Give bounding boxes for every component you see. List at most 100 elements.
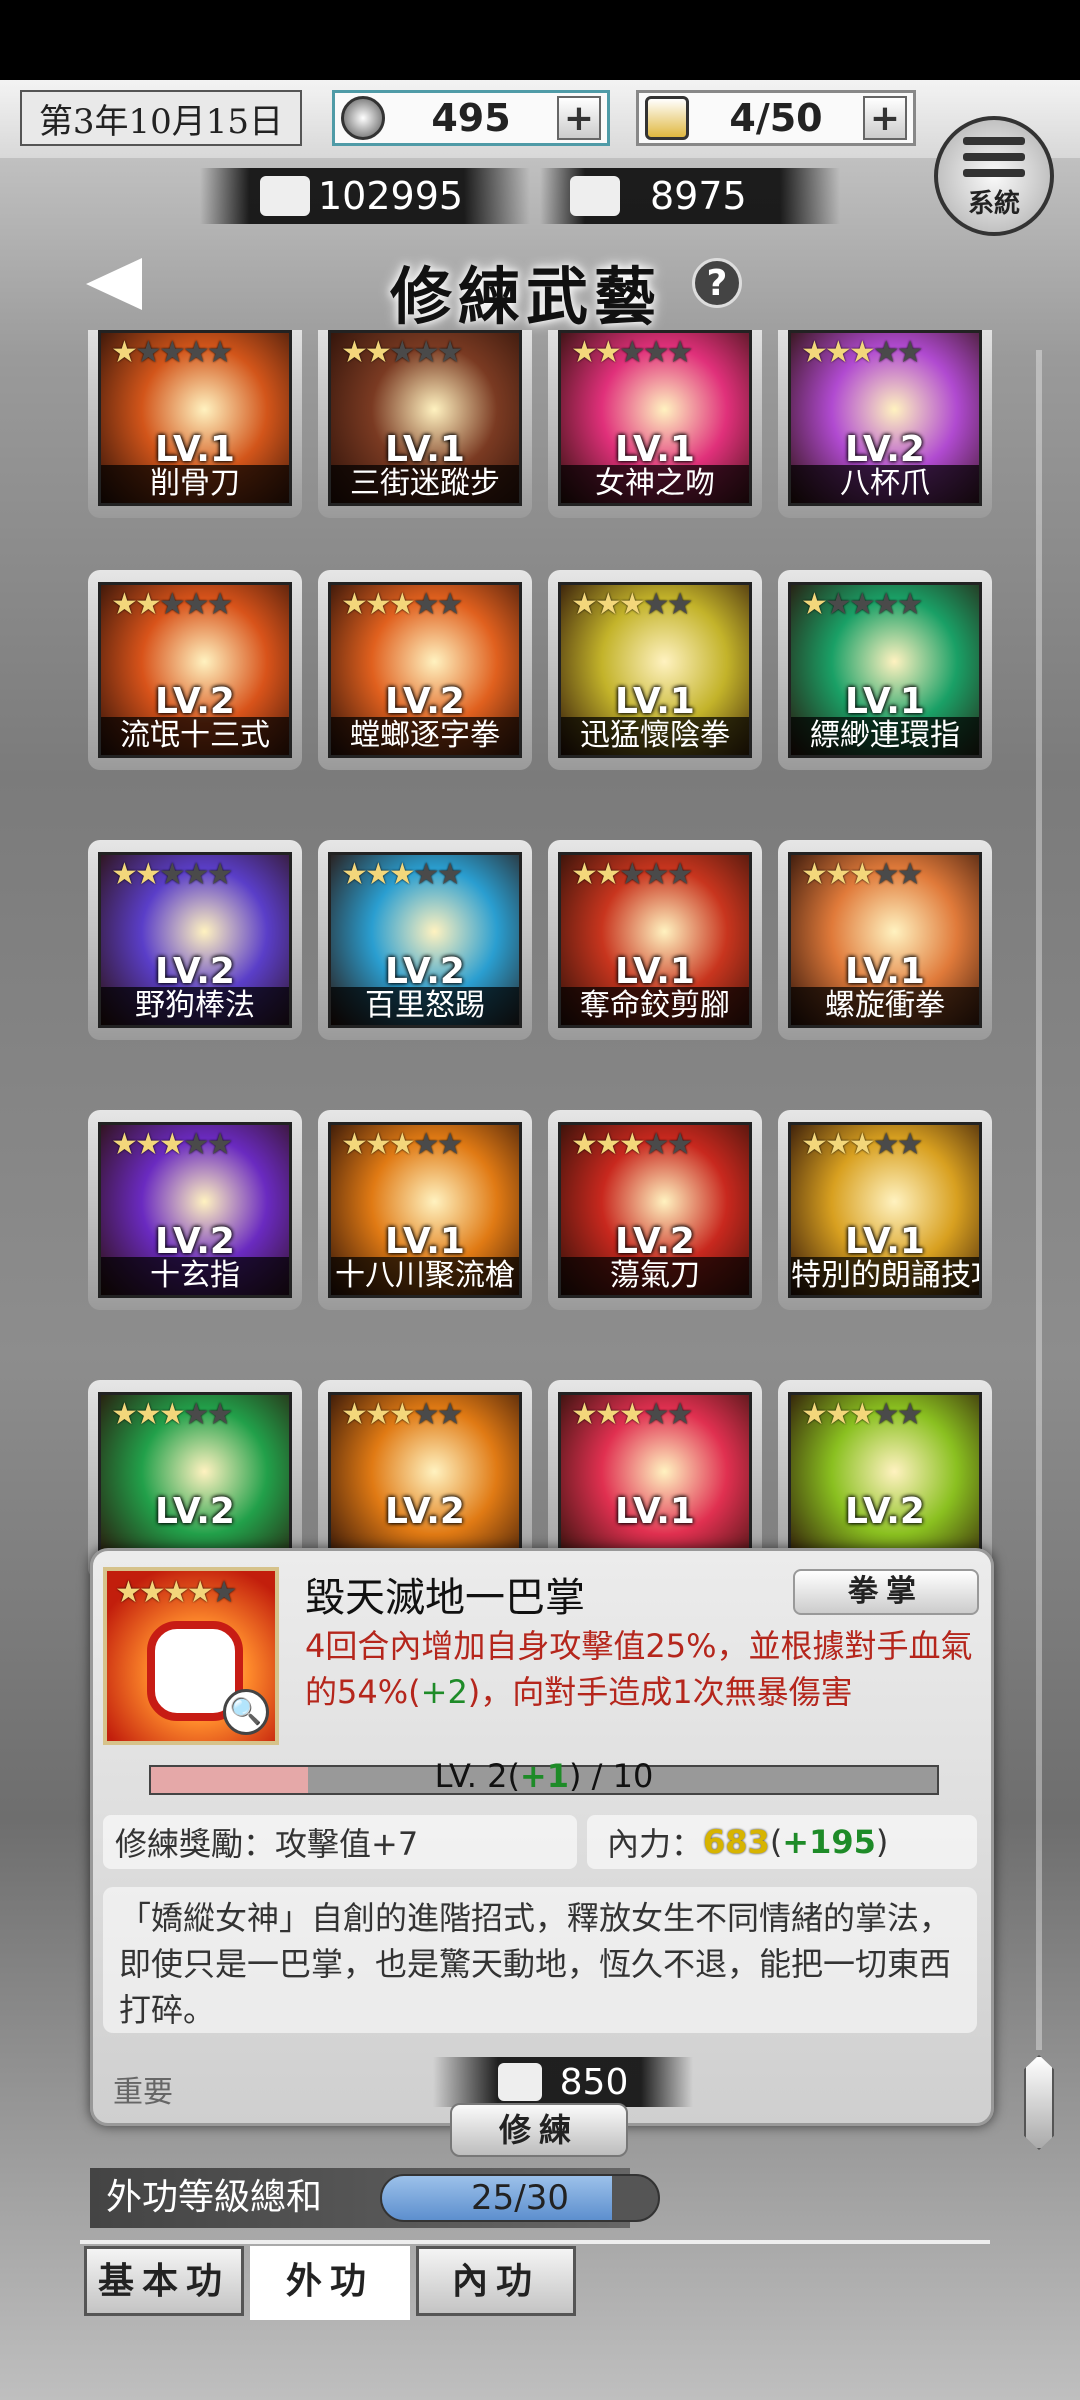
skill-card[interactable]: ★★★★★ LV.1 削骨刀 [88,330,302,518]
skill-card[interactable]: ★★★★★ LV.2 流氓十三式 [88,570,302,770]
skill-art: ★★★★★ LV.2 野狗棒法 [98,852,292,1028]
skill-art: ★★★★★ LV.1特別的朗誦技巧 [788,1122,982,1298]
system-menu-button[interactable]: 系統 [934,116,1054,236]
skill-art: ★★★★★ LV.1 縹緲連環指 [788,582,982,758]
skill-art: ★★★★★ LV.1 削骨刀 [98,330,292,506]
skill-stars: ★★★★★ [111,857,234,892]
skill-category-tabs: 基本功 外功 內功 [84,2246,984,2320]
skill-name-label: 奪命鉸剪腳 [561,987,749,1025]
skill-name-label: 女神之吻 [561,465,749,503]
skill-card[interactable]: ★★★★★ LV.2 百里怒踢 [318,840,532,1040]
effect-text-end: )，向對手造成1次無暴傷害 [467,1673,853,1711]
skill-level: LV.2 [615,1221,695,1262]
skill-card[interactable]: ★★★★★ LV.1 十八川聚流槍 [318,1110,532,1310]
skill-art: ★★★★★ LV.2 [788,1392,982,1568]
skill-art: ★★★★★ LV.2 百里怒踢 [328,852,522,1028]
skill-art: ★★★★★ LV.2 螳螂逐字拳 [328,582,522,758]
skill-name-label: 流氓十三式 [101,717,289,755]
skill-level: LV.1 [155,429,235,470]
coin-value: 495 [431,96,511,140]
skill-stars: ★★★★★ [111,587,234,622]
skill-card[interactable]: ★★★★★ LV.1 女神之吻 [548,330,762,518]
skill-art: ★★★★★ LV.2 [328,1392,522,1568]
skill-stars: ★★★★★ [341,1127,464,1162]
level-bonus: +1 [519,1757,569,1795]
skill-stars: ★★★★★ [341,857,464,892]
skill-art: ★★★★★ LV.1 [558,1392,752,1568]
system-label: 系統 [967,188,1020,219]
skill-level: LV.1 [385,429,465,470]
skill-effect-description: 4回合內增加自身攻擊值25%，並根據對手血氣的54%(+2)，向對手造成1次無暴… [305,1623,985,1715]
add-coins-button[interactable]: + [557,96,601,140]
menu-icon [963,136,1025,145]
skill-stars: ★★★★★ [571,857,694,892]
skill-card[interactable]: ★★★★★ LV.1 三街迷蹤步 [318,330,532,518]
skill-level: LV.1 [845,681,925,722]
skill-name-label: 野狗棒法 [101,987,289,1025]
skill-level: LV.2 [155,951,235,992]
add-stamina-button[interactable]: + [863,96,907,140]
fist-icon [497,2063,542,2101]
skill-stars: ★★★★★ [801,587,924,622]
skill-art: ★★★★★ LV.1 女神之吻 [558,330,752,506]
skill-level: LV.1 [845,951,925,992]
skill-name-label: 螺旋衝拳 [791,987,979,1025]
skill-level: LV.2 [155,1221,235,1262]
skill-stars: ★★★★★ [801,857,924,892]
power-value: 8975 [650,174,747,218]
skill-card[interactable]: ★★★★★ LV.1 奪命鉸剪腳 [548,840,762,1040]
skill-art: ★★★★★ LV.2 蕩氣刀 [558,1122,752,1298]
inner-label: 內力： [607,1825,704,1863]
magnifier-icon[interactable]: 🔍 [223,1689,269,1735]
help-icon[interactable]: ? [692,258,742,308]
skill-stars: ★★★★★ [801,335,924,370]
back-arrow-icon[interactable] [86,258,142,310]
inner-power: 內力： 683(+195) [587,1815,977,1869]
skill-stars: ★★★★★ [341,587,464,622]
skill-card[interactable]: ★★★★★ LV.2 十玄指 [88,1110,302,1310]
tab-external[interactable]: 外功 [250,2246,410,2320]
scrollbar-thumb[interactable] [1024,2055,1054,2150]
skill-level: LV.2 [845,1491,925,1532]
external-level-sum-value: 25/30 [471,2178,569,2218]
cost-value: 850 [559,2061,629,2103]
money-icon [260,176,310,216]
skill-art: ★★★★★ LV.1 十八川聚流槍 [328,1122,522,1298]
skill-name-label: 十玄指 [101,1257,289,1295]
skill-card[interactable]: ★★★★★ LV.1 縹緲連環指 [778,570,992,770]
skill-card[interactable]: ★★★★★ LV.1 迅猛懷陰拳 [548,570,762,770]
tab-internal[interactable]: 內功 [416,2246,576,2316]
skill-level: LV.1 [615,951,695,992]
skill-detail-stars: ★★★★★ [115,1575,238,1610]
skill-stars: ★★★★★ [111,1397,234,1432]
skill-detail-image[interactable]: ★★★★★ 🔍 [103,1567,279,1745]
skill-card[interactable]: ★★★★★ LV.2 蕩氣刀 [548,1110,762,1310]
skill-art: ★★★★★ LV.1 奪命鉸剪腳 [558,852,752,1028]
skill-art: ★★★★★ LV.1 迅猛懷陰拳 [558,582,752,758]
level-text: LV. 2(+1) / 10 [149,1757,939,1795]
page-title: 修練武藝 [390,260,663,333]
skill-card[interactable]: ★★★★★ LV.2 八杯爪 [778,330,992,518]
inner-bonus: +195 [782,1823,876,1861]
effect-bonus: +2 [420,1673,468,1711]
skill-card[interactable]: ★★★★★ LV.2 螳螂逐字拳 [318,570,532,770]
level-text-a: LV. 2( [434,1757,520,1795]
train-button[interactable]: 修練 [450,2103,628,2157]
important-toggle[interactable]: 重要 [113,2067,173,2111]
skill-card[interactable]: ★★★★★ LV.1特別的朗誦技巧 [778,1110,992,1310]
tab-divider [80,2240,990,2244]
skill-art: ★★★★★ LV.2 十玄指 [98,1122,292,1298]
skill-level: LV.1 [615,429,695,470]
skill-card[interactable]: ★★★★★ LV.2 野狗棒法 [88,840,302,1040]
tab-basic[interactable]: 基本功 [84,2246,244,2316]
skill-stars: ★★★★★ [571,1397,694,1432]
game-date: 第3年10月15日 [20,90,302,146]
reward-value: 攻擊值+7 [275,1825,419,1863]
coin-icon [341,96,385,140]
skill-grid: ★★★★★ LV.1 削骨刀 ★★★★★ LV.1 三街迷蹤步 ★★★★★ LV.1 女神之吻 ★… [0,330,1080,1580]
skill-lore: 「嬌縱女神」自創的進階招式，釋放女生不同情緒的掌法，即使只是一巴掌，也是驚天動地… [103,1887,977,2033]
skill-card[interactable]: ★★★★★ LV.1 螺旋衝拳 [778,840,992,1040]
skill-stars: ★★★★★ [801,1127,924,1162]
skill-name-label: 三街迷蹤步 [331,465,519,503]
menu-icon-bar [963,168,1025,177]
